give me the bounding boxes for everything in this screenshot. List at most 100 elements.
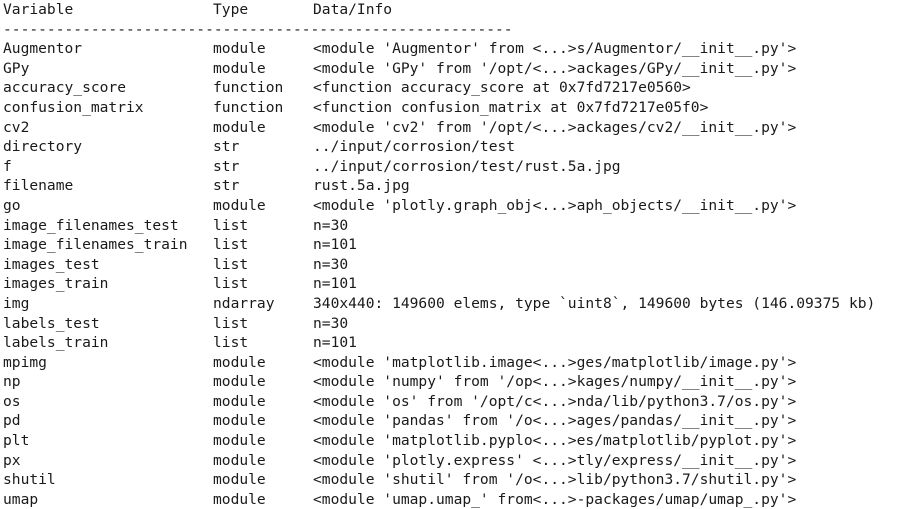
cell-variable-type: module [213, 490, 266, 508]
cell-variable-data-info: <module 'GPy' from '/opt/<...>ackages/GP… [313, 59, 797, 77]
cell-variable-name: confusion_matrix [3, 98, 144, 116]
cell-variable-type: module [213, 432, 266, 450]
cell-variable-name: np [3, 373, 21, 391]
table-row: plt module <module 'matplotlib.pyplo<...>e… [0, 431, 914, 451]
cell-variable-name: cv2 [3, 118, 30, 136]
cell-variable-name: plt [3, 432, 30, 450]
cell-variable-name: filename [3, 177, 74, 195]
cell-variable-data-info: <function confusion_matrix at 0x7fd7217e… [313, 98, 709, 116]
table-row: umap module <module 'umap.umap_' from<...>… [0, 490, 914, 509]
table-row: pd module <module 'pandas' from '/o<...>ag… [0, 411, 914, 431]
cell-variable-type: module [213, 451, 266, 469]
table-row: shutil module <module 'shutil' from '/o<..… [0, 470, 914, 490]
cell-variable-type: function [213, 98, 284, 116]
cell-variable-type: module [213, 59, 266, 77]
cell-variable-data-info: <module 'plotly.graph_obj<...>aph_object… [313, 196, 797, 214]
cell-variable-data-info: ../input/corrosion/test [313, 138, 516, 156]
cell-variable-data-info: 340x440: 149600 elems, type `uint8`, 149… [313, 294, 876, 312]
table-row: mpimg module <module 'matplotlib.image<...… [0, 353, 914, 373]
cell-variable-name: labels_train [3, 334, 109, 352]
cell-variable-type: function [213, 79, 284, 97]
cell-variable-name: img [3, 294, 30, 312]
cell-variable-data-info: n=30 [313, 255, 349, 273]
table-row: filename str rust.5a.jpg [0, 176, 914, 196]
cell-variable-name: mpimg [3, 353, 47, 371]
cell-variable-name: GPy [3, 59, 30, 77]
table-row: px module <module 'plotly.express' <...>tl… [0, 451, 914, 471]
cell-variable-name: labels_test [3, 314, 100, 332]
table-row: labels_train list n=101 [0, 333, 914, 353]
cell-variable-name: accuracy_score [3, 79, 127, 97]
table-row: img ndarray 340x440: 149600 elems, type `u… [0, 294, 914, 314]
cell-variable-data-info: <module 'matplotlib.image<...>ges/matplo… [313, 353, 797, 371]
cell-variable-data-info: <module 'os' from '/opt/c<...>nda/lib/py… [313, 392, 797, 410]
cell-variable-data-info: n=30 [313, 216, 349, 234]
cell-variable-type: list [213, 216, 249, 234]
cell-variable-type: ndarray [213, 294, 275, 312]
cell-variable-name: pd [3, 412, 21, 430]
table-row: GPy module <module 'GPy' from '/opt/<...>a… [0, 59, 914, 79]
variable-rows-container: Augmentor module <module 'Augmentor' from … [0, 39, 914, 509]
column-header-type: Type [213, 1, 249, 18]
column-header-data-info: Data/Info [313, 1, 393, 18]
table-row: go module <module 'plotly.graph_obj<...>ap… [0, 196, 914, 216]
cell-variable-type: module [213, 373, 266, 391]
cell-variable-type: str [213, 138, 240, 156]
cell-variable-name: directory [3, 138, 83, 156]
cell-variable-name: image_filenames_test [3, 216, 179, 234]
cell-variable-data-info: n=30 [313, 314, 349, 332]
cell-variable-data-info: n=101 [313, 236, 357, 254]
cell-variable-data-info: rust.5a.jpg [313, 177, 410, 195]
cell-variable-data-info: <module 'pandas' from '/o<...>ages/panda… [313, 412, 797, 430]
cell-variable-data-info: <module 'shutil' from '/o<...>lib/python… [313, 471, 797, 489]
cell-variable-data-info: <function accuracy_score at 0x7fd7217e05… [313, 79, 691, 97]
table-row: image_filenames_train list n=101 [0, 235, 914, 255]
table-row: labels_test list n=30 [0, 314, 914, 334]
table-row: Augmentor module <module 'Augmentor' from … [0, 39, 914, 59]
cell-variable-type: list [213, 314, 249, 332]
cell-variable-data-info: <module 'umap.umap_' from<...>-packages/… [313, 490, 797, 508]
cell-variable-type: module [213, 392, 266, 410]
table-row: directory str ../input/corrosion/test [0, 137, 914, 157]
cell-variable-name: Augmentor [3, 40, 83, 58]
cell-variable-type: str [213, 177, 240, 195]
table-row: accuracy_score function <function accuracy… [0, 78, 914, 98]
separator-dashes: ----------------------------------------… [3, 20, 513, 38]
cell-variable-data-info: <module 'Augmentor' from <...>s/Augmento… [313, 40, 797, 58]
cell-variable-name: shutil [3, 471, 56, 489]
cell-variable-type: list [213, 255, 249, 273]
cell-variable-name: os [3, 392, 21, 410]
variable-inspector-output: Variable Type Data/Info ----------------… [0, 0, 914, 509]
cell-variable-type: module [213, 471, 266, 489]
cell-variable-type: list [213, 236, 249, 254]
cell-variable-name: f [3, 157, 12, 175]
cell-variable-type: str [213, 157, 240, 175]
header-separator-rule: ----------------------------------------… [0, 20, 914, 40]
cell-variable-type: module [213, 412, 266, 430]
cell-variable-type: list [213, 275, 249, 293]
cell-variable-data-info: <module 'numpy' from '/op<...>kages/nump… [313, 373, 797, 391]
table-row: os module <module 'os' from '/opt/c<...>nd… [0, 392, 914, 412]
table-row: image_filenames_test list n=30 [0, 216, 914, 236]
cell-variable-type: module [213, 353, 266, 371]
table-row: cv2 module <module 'cv2' from '/opt/<...>a… [0, 118, 914, 138]
cell-variable-data-info: ../input/corrosion/test/rust.5a.jpg [313, 157, 621, 175]
cell-variable-data-info: <module 'matplotlib.pyplo<...>es/matplot… [313, 432, 797, 450]
table-row: np module <module 'numpy' from '/op<...>ka… [0, 372, 914, 392]
cell-variable-type: module [213, 118, 266, 136]
cell-variable-data-info: n=101 [313, 334, 357, 352]
table-row: images_train list n=101 [0, 274, 914, 294]
cell-variable-name: image_filenames_train [3, 236, 188, 254]
cell-variable-data-info: <module 'cv2' from '/opt/<...>ackages/cv… [313, 118, 797, 136]
table-header-row: Variable Type Data/Info [0, 0, 914, 20]
table-row: images_test list n=30 [0, 255, 914, 275]
cell-variable-type: module [213, 196, 266, 214]
cell-variable-data-info: <module 'plotly.express' <...>tly/expres… [313, 451, 797, 469]
cell-variable-data-info: n=101 [313, 275, 357, 293]
cell-variable-name: go [3, 196, 21, 214]
cell-variable-name: umap [3, 490, 39, 508]
table-row: f str ../input/corrosion/test/rust.5a.jpg [0, 157, 914, 177]
cell-variable-name: px [3, 451, 21, 469]
cell-variable-name: images_test [3, 255, 100, 273]
cell-variable-type: list [213, 334, 249, 352]
